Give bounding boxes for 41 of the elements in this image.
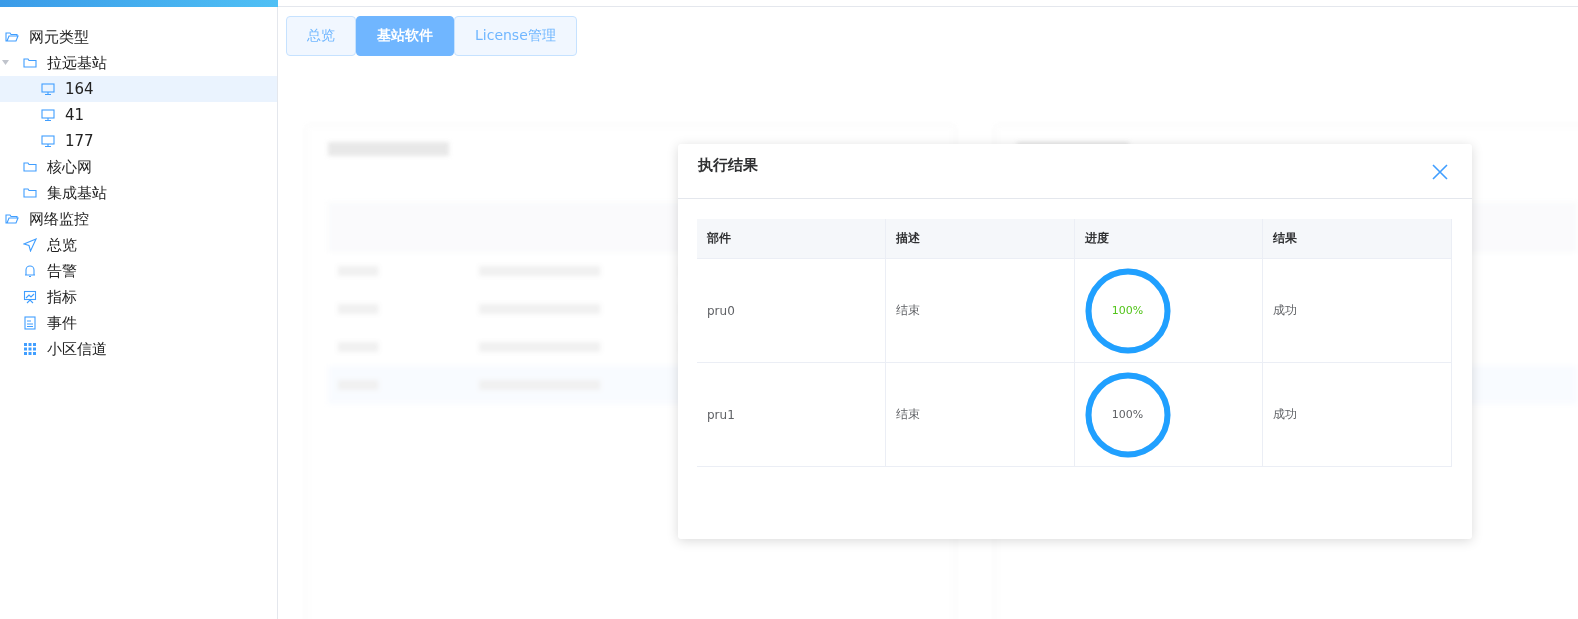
tree-item[interactable]: 小区信道 (0, 336, 277, 362)
tree-item[interactable]: 网元类型 (0, 24, 277, 50)
progress-text: 100% (1110, 407, 1145, 423)
chart-board-icon (23, 290, 37, 304)
dialog-title: 执行结果 (698, 156, 758, 175)
close-button[interactable] (1432, 164, 1448, 180)
tree-item[interactable]: 事件 (0, 310, 277, 336)
folder-icon (23, 56, 37, 70)
table-cell: 成功 (1263, 259, 1452, 363)
tree-item[interactable]: 告警 (0, 258, 277, 284)
monitor-icon (41, 134, 55, 148)
column-header: 结果 (1263, 219, 1452, 259)
bell-icon (23, 264, 37, 278)
tree-item[interactable]: 拉远基站 (0, 50, 277, 76)
column-header: 进度 (1074, 219, 1264, 259)
tree-item[interactable]: 177 (0, 128, 277, 154)
tree-item[interactable]: 164 (0, 76, 277, 102)
table-cell: 结束 (885, 363, 1075, 467)
folder-icon (23, 186, 37, 200)
open-folder-icon (5, 212, 19, 226)
table-cell: pru0 (697, 259, 886, 363)
table-cell: 结束 (885, 259, 1075, 363)
open-folder-icon (5, 30, 19, 44)
table-cell: pru1 (697, 363, 886, 467)
table-cell: 成功 (1263, 363, 1452, 467)
folder-icon (23, 160, 37, 174)
tree-item[interactable]: 总览 (0, 232, 277, 258)
tree-item[interactable]: 41 (0, 102, 277, 128)
grid-icon (23, 342, 37, 356)
caret-icon[interactable] (2, 60, 9, 65)
tree-item[interactable]: 指标 (0, 284, 277, 310)
tree-item[interactable]: 集成基站 (0, 180, 277, 206)
column-header: 描述 (885, 219, 1075, 259)
tree-item[interactable]: 网络监控 (0, 206, 277, 232)
tree-item[interactable]: 核心网 (0, 154, 277, 180)
progress-text: 100% (1110, 303, 1145, 319)
monitor-icon (41, 108, 55, 122)
column-header: 部件 (697, 219, 886, 259)
document-icon (23, 316, 37, 330)
monitor-icon (41, 82, 55, 96)
navigation-arrow-icon (23, 238, 37, 252)
